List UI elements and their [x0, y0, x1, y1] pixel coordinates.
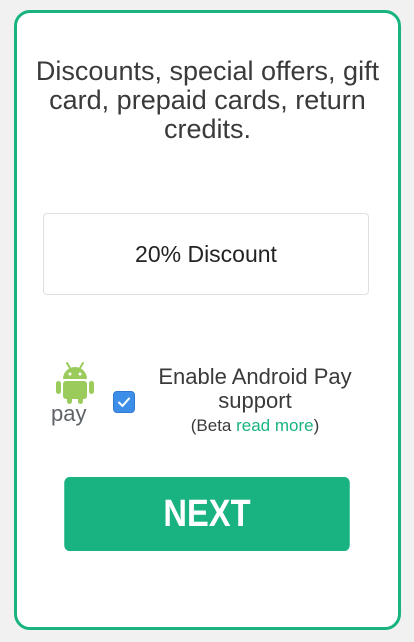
headline: Discounts, special offers, gift card, pr… [35, 56, 380, 144]
beta-prefix: (Beta [190, 416, 237, 435]
android-pay-logo-icon: pay [51, 357, 97, 426]
beta-suffix: ) [313, 416, 320, 435]
android-pay-row: pay Enable Android Pay support (Beta rea… [51, 353, 383, 435]
beta-note: (Beta read more) [145, 413, 365, 439]
read-more-link[interactable]: read more [236, 416, 313, 435]
android-pay-label: Enable Android Pay support (Beta read mo… [145, 365, 365, 439]
android-pay-label-line2: support [218, 388, 292, 413]
android-pay-label-line1: Enable Android Pay [158, 364, 352, 389]
discount-value: 20% Discount [135, 240, 277, 267]
pay-logo-text: pay [51, 401, 87, 426]
discount-card: Discounts, special offers, gift card, pr… [14, 10, 401, 630]
next-button[interactable]: NEXT [64, 477, 350, 551]
android-pay-checkbox[interactable] [113, 391, 135, 413]
checkmark-icon [118, 397, 130, 407]
discount-field[interactable]: 20% Discount [43, 213, 369, 295]
